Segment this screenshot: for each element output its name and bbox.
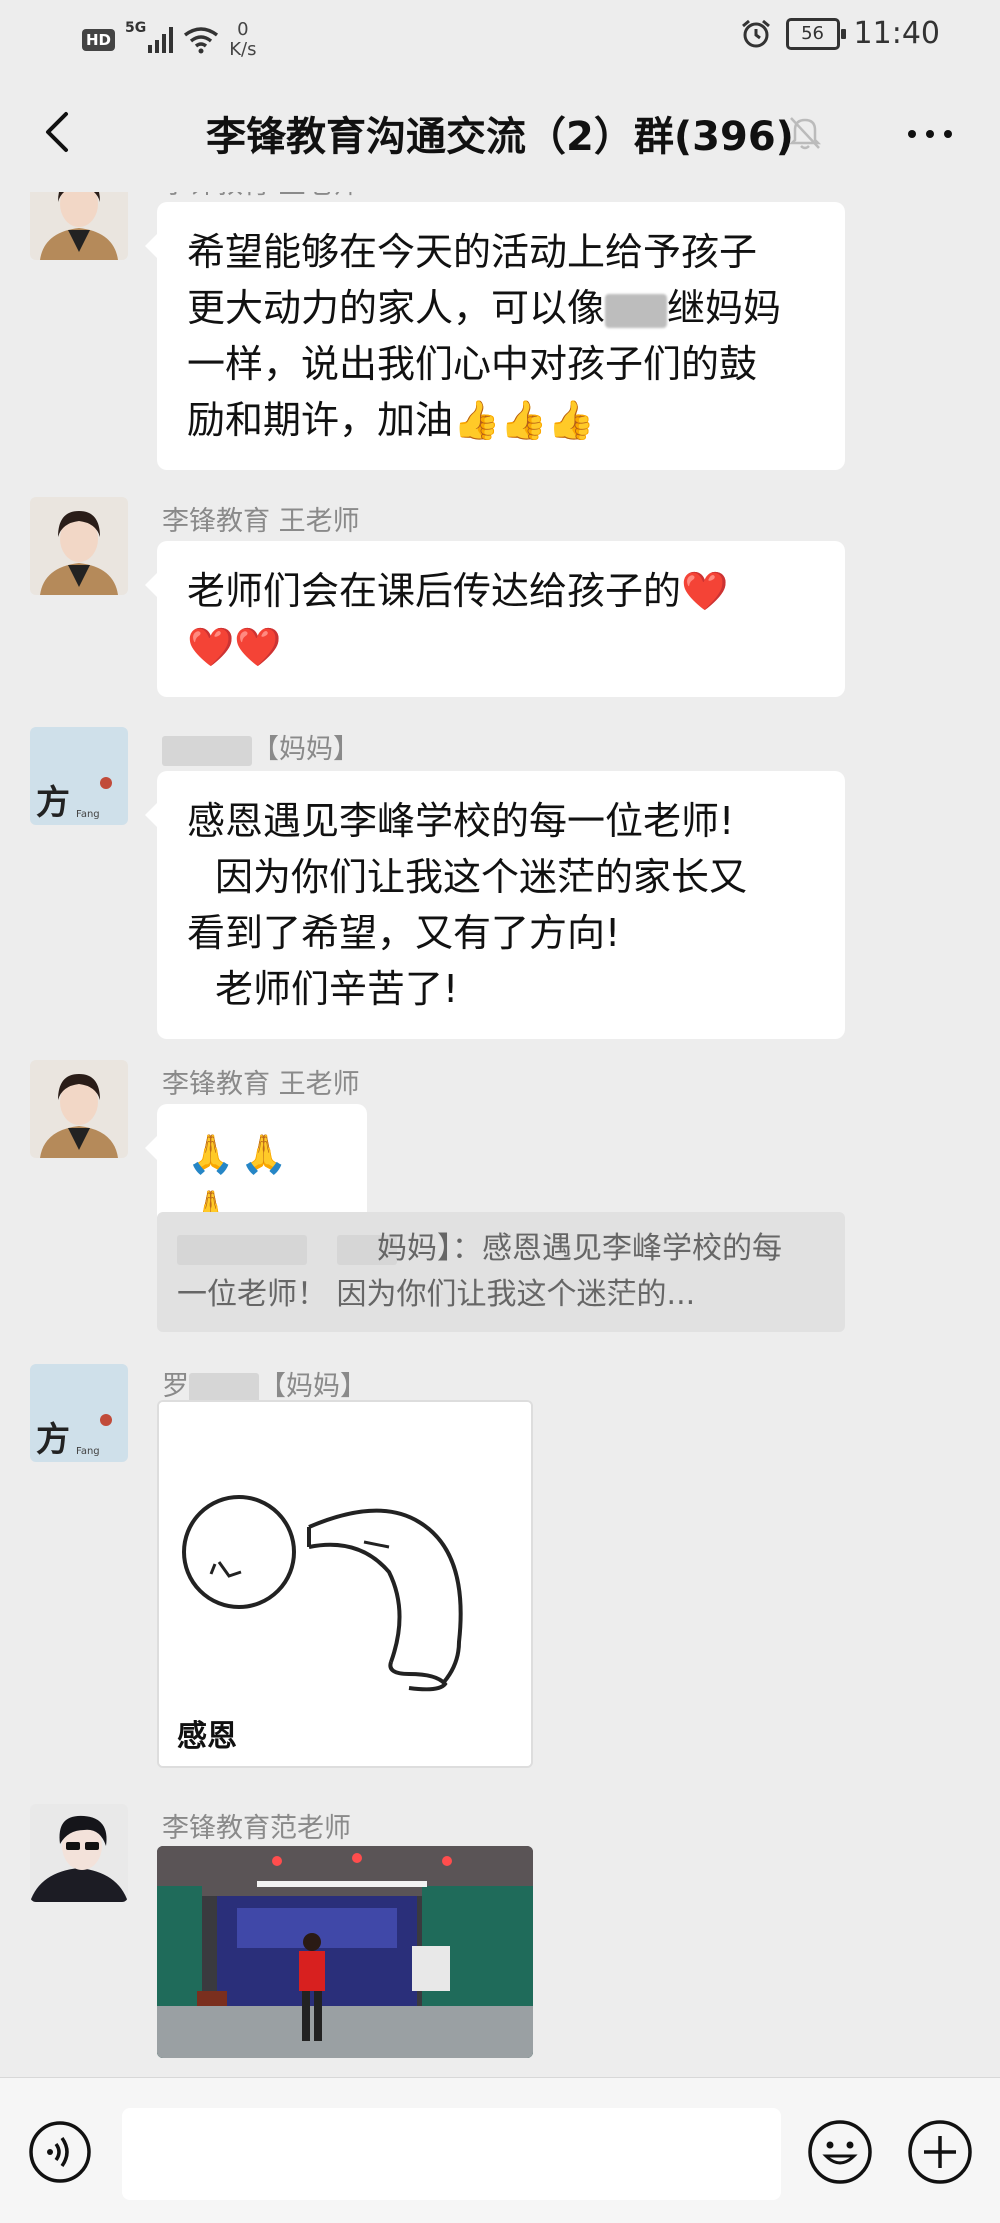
quote-line-part: 妈妈】：感恩遇见李峰学校的每 [377,1231,782,1266]
avatar-seal [100,1414,112,1426]
plus-icon[interactable] [906,2118,974,2186]
message-line: 看到了希望，又有了方向! [187,911,621,955]
message-bubble[interactable]: 希望能够在今天的活动上给予孩子 更大动力的家人，可以像 继妈妈 一样，说出我们心中… [145,202,845,470]
status-bar: HD 5G 0 K/s 56 11:40 [0,0,1000,72]
sender-name: 罗 【妈妈】 [162,1364,367,1403]
message-bubble[interactable]: 感恩遇见李峰学校的每一位老师! 因为你们让我这个迷茫的家长又 看到了希望，又有了… [145,771,845,1039]
message-bubble[interactable]: 老师们会在课后传达给孩子的❤️ ❤️❤️ [145,541,845,697]
quote-line: 妈妈】：感恩遇见李峰学校的每 [177,1226,825,1272]
input-bar [0,2077,1000,2223]
blurred-name [177,1234,307,1265]
quoted-message[interactable]: 妈妈】：感恩遇见李峰学校的每 一位老师！ 因为你们让我这个迷茫的... [157,1212,845,1332]
voice-icon[interactable] [28,2120,92,2184]
message-line: 励和期许，加油👍👍👍 [187,398,595,442]
avatar-subtext: Fang [76,1446,100,1457]
teacher-avatar-image [30,1060,128,1158]
teacher-avatar-image [30,1804,128,1902]
message-line: 因为你们让我这个迷茫的家长又 [215,855,748,899]
battery-icon: 56 [785,17,846,50]
sticker-image[interactable]: 感恩 [157,1400,533,1768]
emoji-icon[interactable] [806,2118,874,2186]
avatar[interactable] [30,192,128,260]
avatar[interactable] [30,1060,128,1158]
avatar[interactable]: 方 Fang [30,727,128,825]
more-dots-icon[interactable] [900,114,960,154]
avatar[interactable]: 方 Fang [30,1364,128,1462]
message-line: 希望能够在今天的活动上给予孩子 [187,230,758,274]
quote-line: 一位老师！ 因为你们让我这个迷茫的... [177,1277,696,1312]
sender-name-suffix: 【妈妈】 [259,1371,367,1402]
sender-name-suffix: 【妈妈】 [252,734,360,765]
clock: 11:40 [853,16,940,51]
status-left: HD 5G 0 K/s [82,20,257,60]
sender-name-prefix: 罗 [162,1371,189,1402]
sender-name: 李锋教育 王老师 [162,506,360,537]
sender-name: 李锋教育范老师 [162,1813,351,1844]
chat-title: 李锋教育沟通交流（2）群(396) [206,114,794,160]
photo-image[interactable] [157,1846,533,2058]
message-input[interactable] [122,2108,781,2200]
avatar-char: 方 [36,783,70,823]
avatar[interactable] [30,497,128,595]
message-line: 老师们会在课后传达给孩子的❤️ [187,569,729,613]
network-type: 5G [125,20,147,36]
avatar-seal [100,777,112,789]
teacher-avatar-image [30,192,128,260]
sender-name: 李锋教育 王老师 [162,1069,360,1100]
message-line: ❤️❤️ [187,625,282,669]
avatar-char: 方 [36,1420,70,1460]
message-line-part: 继妈妈 [667,286,782,330]
message-line-part: 更大动力的家人，可以像 [187,286,606,330]
net-speed-value: 0 [237,19,249,40]
avatar-subtext: Fang [76,809,100,820]
avatar[interactable] [30,1804,128,1902]
status-right: 56 11:40 [740,16,940,51]
message-line: 更大动力的家人，可以像 继妈妈 [187,280,815,336]
sender-name: 李锋教育 王老师 [162,192,360,201]
message-line: 感恩遇见李峰学校的每一位老师! [187,799,735,843]
chat-area[interactable]: 李锋教育 王老师 希望能够在今天的活动上给予孩子 更大动力的家人，可以像 继妈妈 … [0,192,1000,2077]
teacher-avatar-image [30,497,128,595]
bowing-sticker-drawing: 感恩 [159,1402,531,1766]
blurred-name [605,293,668,328]
sender-name: 【妈妈】 [162,727,360,766]
nav-bar: 李锋教育沟通交流（2）群(396) [0,72,1000,192]
message-line: 老师们辛苦了! [215,967,459,1011]
alarm-icon [741,19,770,47]
stage-photo [157,1846,533,2058]
blurred-name [162,735,252,766]
net-speed-unit: K/s [229,39,257,60]
hd-badge: HD [82,29,116,51]
wifi-icon [184,27,219,54]
sticker-caption: 感恩 [177,1719,237,1754]
net-speed: 0 K/s [229,20,256,60]
blurred-name [189,1372,259,1403]
message-line: 一样，说出我们心中对孩子们的鼓 [187,342,758,386]
signal-icon [148,27,174,53]
bell-muted-icon [788,117,822,150]
